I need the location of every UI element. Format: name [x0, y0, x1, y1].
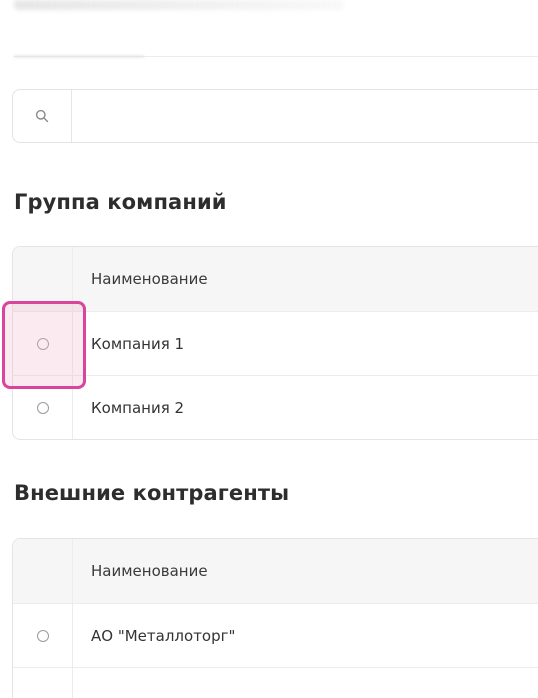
- search-icon-container: [13, 90, 72, 142]
- table-header-row: Наименование: [13, 247, 538, 311]
- row-select-cell[interactable]: [13, 604, 73, 667]
- search-input[interactable]: [72, 89, 538, 143]
- row-select-cell[interactable]: [13, 376, 73, 439]
- column-header-name: Наименование: [91, 270, 208, 288]
- contractors-table: Наименование АО "Металлоторг": [12, 538, 538, 698]
- table-row[interactable]: АО "Металлоторг": [13, 603, 538, 667]
- row-name: АО "Металлоторг": [91, 626, 236, 645]
- row-name: Компания 1: [91, 334, 185, 353]
- header-check-cell: [13, 539, 73, 603]
- radio-button[interactable]: [36, 337, 49, 350]
- column-header-name: Наименование: [91, 562, 208, 580]
- table-header-row: Наименование: [13, 539, 538, 603]
- row-name-empty: [73, 668, 538, 698]
- section-title-companies-group: Группа компаний: [14, 190, 227, 214]
- search-icon: [35, 109, 49, 123]
- row-name: Компания 2: [91, 398, 185, 417]
- active-tab-indicator: [14, 55, 144, 58]
- search-bar[interactable]: [12, 89, 538, 143]
- header-residue: [14, 0, 344, 10]
- table-row[interactable]: Компания 1: [13, 311, 538, 375]
- radio-button[interactable]: [36, 629, 49, 642]
- table-row-partial: [13, 667, 538, 698]
- header-check-cell: [13, 247, 73, 311]
- radio-button[interactable]: [36, 401, 49, 414]
- row-select-cell: [13, 668, 73, 698]
- section-title-external-contractors: Внешние контрагенты: [14, 481, 290, 505]
- table-row[interactable]: Компания 2: [13, 375, 538, 439]
- companies-table: Наименование Компания 1 Компания 2: [12, 246, 538, 440]
- row-select-cell[interactable]: [13, 312, 73, 375]
